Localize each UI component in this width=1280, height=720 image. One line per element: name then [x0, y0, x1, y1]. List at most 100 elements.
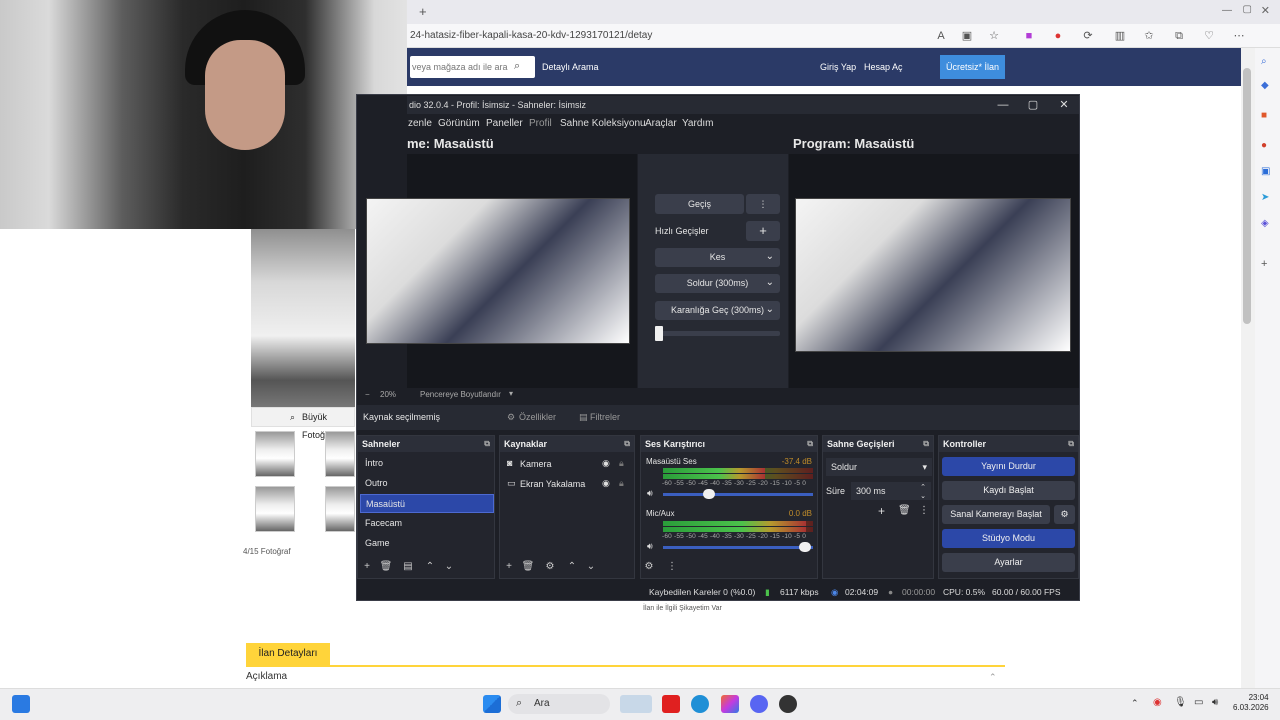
app-icon[interactable]: ▣	[960, 29, 974, 43]
fit-window-button[interactable]: Pencereye Boyutlandır	[420, 390, 501, 399]
edge-icon[interactable]	[691, 695, 709, 713]
menu-scene-collection[interactable]: Sahne Koleksiyonu	[560, 118, 646, 129]
photo-thumbnail[interactable]	[325, 486, 355, 532]
big-photo-button[interactable]: ⌕ Büyük Fotoğr	[251, 407, 355, 440]
new-tab-icon[interactable]: +	[419, 4, 427, 19]
car-photo[interactable]	[251, 229, 355, 407]
tbar-handle[interactable]	[655, 326, 663, 341]
heart-icon[interactable]: ♡	[1202, 29, 1216, 43]
source-up-icon[interactable]: ⌃	[564, 561, 580, 572]
tools-icon[interactable]: ■	[1261, 110, 1267, 121]
photo-thumbnail[interactable]	[255, 431, 295, 477]
photo-thumbnail[interactable]	[325, 431, 355, 477]
close-icon[interactable]: ✕	[1261, 4, 1270, 17]
menu-profile[interactable]: Profil	[529, 118, 552, 129]
microphone-icon[interactable]: 🎙︎	[1174, 697, 1187, 708]
read-aloud-icon[interactable]: A	[934, 29, 948, 43]
obs-minimize-icon[interactable]: —	[988, 96, 1018, 114]
quick-transition-fade[interactable]: Soldur (300ms)	[655, 273, 780, 293]
quick-transition-fade-black[interactable]: Karanlığa Geç (300ms)	[655, 300, 780, 320]
add-transition-icon[interactable]: +	[878, 504, 885, 518]
quick-transition-cut[interactable]: Kes	[655, 247, 780, 267]
scene-filter-icon[interactable]: ▤	[400, 561, 416, 572]
menu-tools[interactable]: Araçlar	[645, 118, 677, 129]
visibility-eye-icon[interactable]: ◉	[602, 458, 610, 469]
dock-icon[interactable]: ⧉	[807, 436, 813, 452]
photo-thumbnail[interactable]	[255, 486, 295, 532]
filter-icon[interactable]: ▤	[579, 412, 588, 423]
obs-maximize-icon[interactable]: ▢	[1018, 96, 1048, 114]
widgets-icon[interactable]	[12, 695, 30, 713]
speaker-icon[interactable]: 🔊︎	[647, 541, 653, 552]
mic-volume-slider[interactable]	[663, 546, 813, 549]
outlook-icon[interactable]: ▣	[1261, 166, 1270, 177]
favorite-star-icon[interactable]: ☆	[987, 29, 1001, 43]
move-up-icon[interactable]: ⌃	[422, 561, 438, 572]
studio-mode-button[interactable]: Stüdyo Modu	[942, 529, 1075, 548]
extension-red-icon[interactable]: ●	[1051, 29, 1065, 43]
mixer-menu-icon[interactable]: ⋮	[664, 561, 680, 572]
move-down-icon[interactable]: ⌄	[441, 561, 457, 572]
dock-icon[interactable]: ⧉	[624, 436, 630, 452]
detailed-search-link[interactable]: Detaylı Arama	[542, 62, 599, 72]
scrollbar-thumb[interactable]	[1243, 68, 1251, 324]
filters-button[interactable]: Filtreler	[590, 412, 620, 422]
obs-close-icon[interactable]: ✕	[1049, 96, 1079, 114]
source-item-screen-capture[interactable]: Ekran Yakalama	[520, 479, 585, 489]
app-sidebar-icon[interactable]: ◈	[1261, 218, 1269, 229]
volume-icon[interactable]: 🔊︎	[1212, 697, 1218, 708]
tab-ad-details[interactable]: İlan Detayları	[246, 643, 330, 665]
search-sidebar-icon[interactable]: ⌕	[1261, 56, 1267, 67]
desktop-volume-handle[interactable]	[703, 489, 715, 499]
lock-icon[interactable]: 🔒︎	[619, 458, 624, 469]
transition-menu-icon[interactable]: ⋮	[919, 505, 929, 516]
remove-scene-icon[interactable]: 🗑︎	[378, 561, 394, 572]
zoom-minus-icon[interactable]: −	[365, 390, 370, 399]
source-settings-icon[interactable]: ⚙	[542, 561, 558, 572]
spin-down-icon[interactable]: ⌄	[920, 488, 926, 506]
more-icon[interactable]: ⋯	[1232, 29, 1246, 43]
desktop-volume-slider[interactable]	[663, 493, 813, 496]
display-icon[interactable]: ▭	[1194, 697, 1203, 708]
menu-edit[interactable]: zenle	[408, 118, 432, 129]
start-virtual-camera-button[interactable]: Sanal Kamerayı Başlat	[942, 505, 1050, 524]
visibility-eye-icon[interactable]: ◉	[602, 478, 610, 489]
scene-item-facecam[interactable]: Facecam	[360, 514, 494, 533]
register-link[interactable]: Hesap Aç	[864, 62, 903, 72]
discord-icon[interactable]	[750, 695, 768, 713]
news-widget-icon[interactable]	[620, 695, 652, 713]
scene-item-intro[interactable]: İntro	[360, 454, 494, 473]
trash-icon[interactable]: 🗑︎	[898, 505, 911, 516]
transition-type-select[interactable]: Soldur ▾	[826, 458, 932, 476]
properties-button[interactable]: Özellikler	[519, 412, 556, 422]
dock-icon[interactable]: ⧉	[1068, 436, 1074, 452]
lock-icon[interactable]: 🔒︎	[619, 478, 624, 489]
refresh-icon[interactable]: ⟳	[1081, 29, 1095, 43]
windows-start-icon[interactable]	[483, 695, 501, 713]
source-item-camera[interactable]: Kamera	[520, 459, 552, 469]
add-source-icon[interactable]: +	[501, 561, 517, 572]
speaker-icon[interactable]: 🔊︎	[647, 488, 653, 499]
taskbar-search[interactable]: ⌕ Ara	[508, 694, 610, 714]
minimize-icon[interactable]: —	[1222, 5, 1232, 16]
system-clock[interactable]: 23:04 6.03.2026	[1233, 693, 1269, 713]
tray-app-icon[interactable]: ◉	[1153, 697, 1162, 708]
dock-icon[interactable]: ⧉	[484, 436, 490, 452]
maximize-icon[interactable]: ▢	[1243, 4, 1252, 15]
search-icon[interactable]: ⌕	[514, 60, 521, 73]
zoom-dropdown-icon[interactable]: ▾	[509, 389, 513, 398]
scene-item-masaustu[interactable]: Masaüstü	[360, 494, 494, 513]
mic-volume-handle[interactable]	[799, 542, 811, 552]
shopping-icon[interactable]: ◆	[1261, 80, 1269, 91]
login-link[interactable]: Giriş Yap	[820, 62, 856, 72]
transition-more-icon[interactable]: ⋮	[746, 194, 780, 214]
split-screen-icon[interactable]: ▥	[1113, 29, 1127, 43]
post-ad-button[interactable]: Ücretsiz* İlan Ver	[940, 55, 1005, 96]
settings-button[interactable]: Ayarlar	[942, 553, 1075, 572]
scene-item-game[interactable]: Game	[360, 534, 494, 553]
remove-source-icon[interactable]: 🗑︎	[520, 561, 536, 572]
transition-button[interactable]: Geçiş	[655, 194, 744, 214]
chevron-up-icon[interactable]: ⌃	[1131, 698, 1139, 709]
report-link[interactable]: İlan ile İlgili Şikayetim Var	[643, 605, 722, 612]
menu-docks[interactable]: Paneller	[486, 118, 523, 129]
